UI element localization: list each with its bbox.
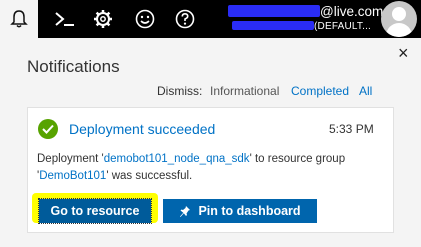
feedback-button[interactable] [126, 0, 164, 38]
notification-message: Deployment 'demobot101_node_qna_sdk' to … [37, 151, 377, 184]
top-bar: @live.com (DEFAULT... [0, 0, 421, 38]
gear-icon [93, 9, 113, 29]
notification-title[interactable]: Deployment succeeded [69, 121, 215, 137]
settings-button[interactable] [84, 0, 122, 38]
resource-group-link[interactable]: DemoBot101 [39, 170, 106, 182]
message-prefix: Deployment ' [37, 153, 104, 165]
redaction-mark [228, 5, 320, 17]
dismiss-completed-link[interactable]: Completed [291, 84, 349, 98]
account-directory[interactable]: (DEFAULT... [232, 21, 371, 32]
dismiss-all-link[interactable]: All [359, 84, 372, 98]
deployment-name-link[interactable]: demobot101_node_qna_sdk [104, 153, 250, 165]
dismiss-informational-link[interactable]: Informational [210, 84, 279, 98]
redaction-mark [232, 21, 314, 30]
notification-time: 5:33 PM [329, 122, 374, 136]
account-email-suffix: @live.com [320, 4, 384, 19]
bell-icon [10, 9, 28, 29]
smiley-feedback-icon [135, 9, 155, 29]
dismiss-label: Dismiss: [157, 84, 203, 98]
go-to-resource-button[interactable]: Go to resource [38, 198, 152, 224]
avatar-head [392, 7, 406, 21]
panel-title: Notifications [27, 57, 120, 76]
cloud-shell-button[interactable] [46, 0, 84, 38]
help-button[interactable] [166, 0, 204, 38]
pin-to-dashboard-button[interactable]: Pin to dashboard [163, 199, 317, 223]
notifications-button[interactable] [0, 0, 38, 38]
avatar[interactable] [381, 1, 417, 37]
pin-to-dashboard-label: Pin to dashboard [198, 204, 301, 218]
close-icon[interactable]: × [398, 43, 409, 63]
account-email[interactable]: @live.com [228, 4, 383, 19]
account-directory-suffix: (DEFAULT... [314, 21, 372, 32]
message-suffix: ' was successful. [106, 169, 193, 182]
pin-icon [179, 205, 191, 218]
success-check-icon [38, 119, 58, 139]
avatar-body [386, 23, 412, 37]
cloud-shell-icon [54, 10, 76, 28]
help-icon [175, 9, 195, 29]
